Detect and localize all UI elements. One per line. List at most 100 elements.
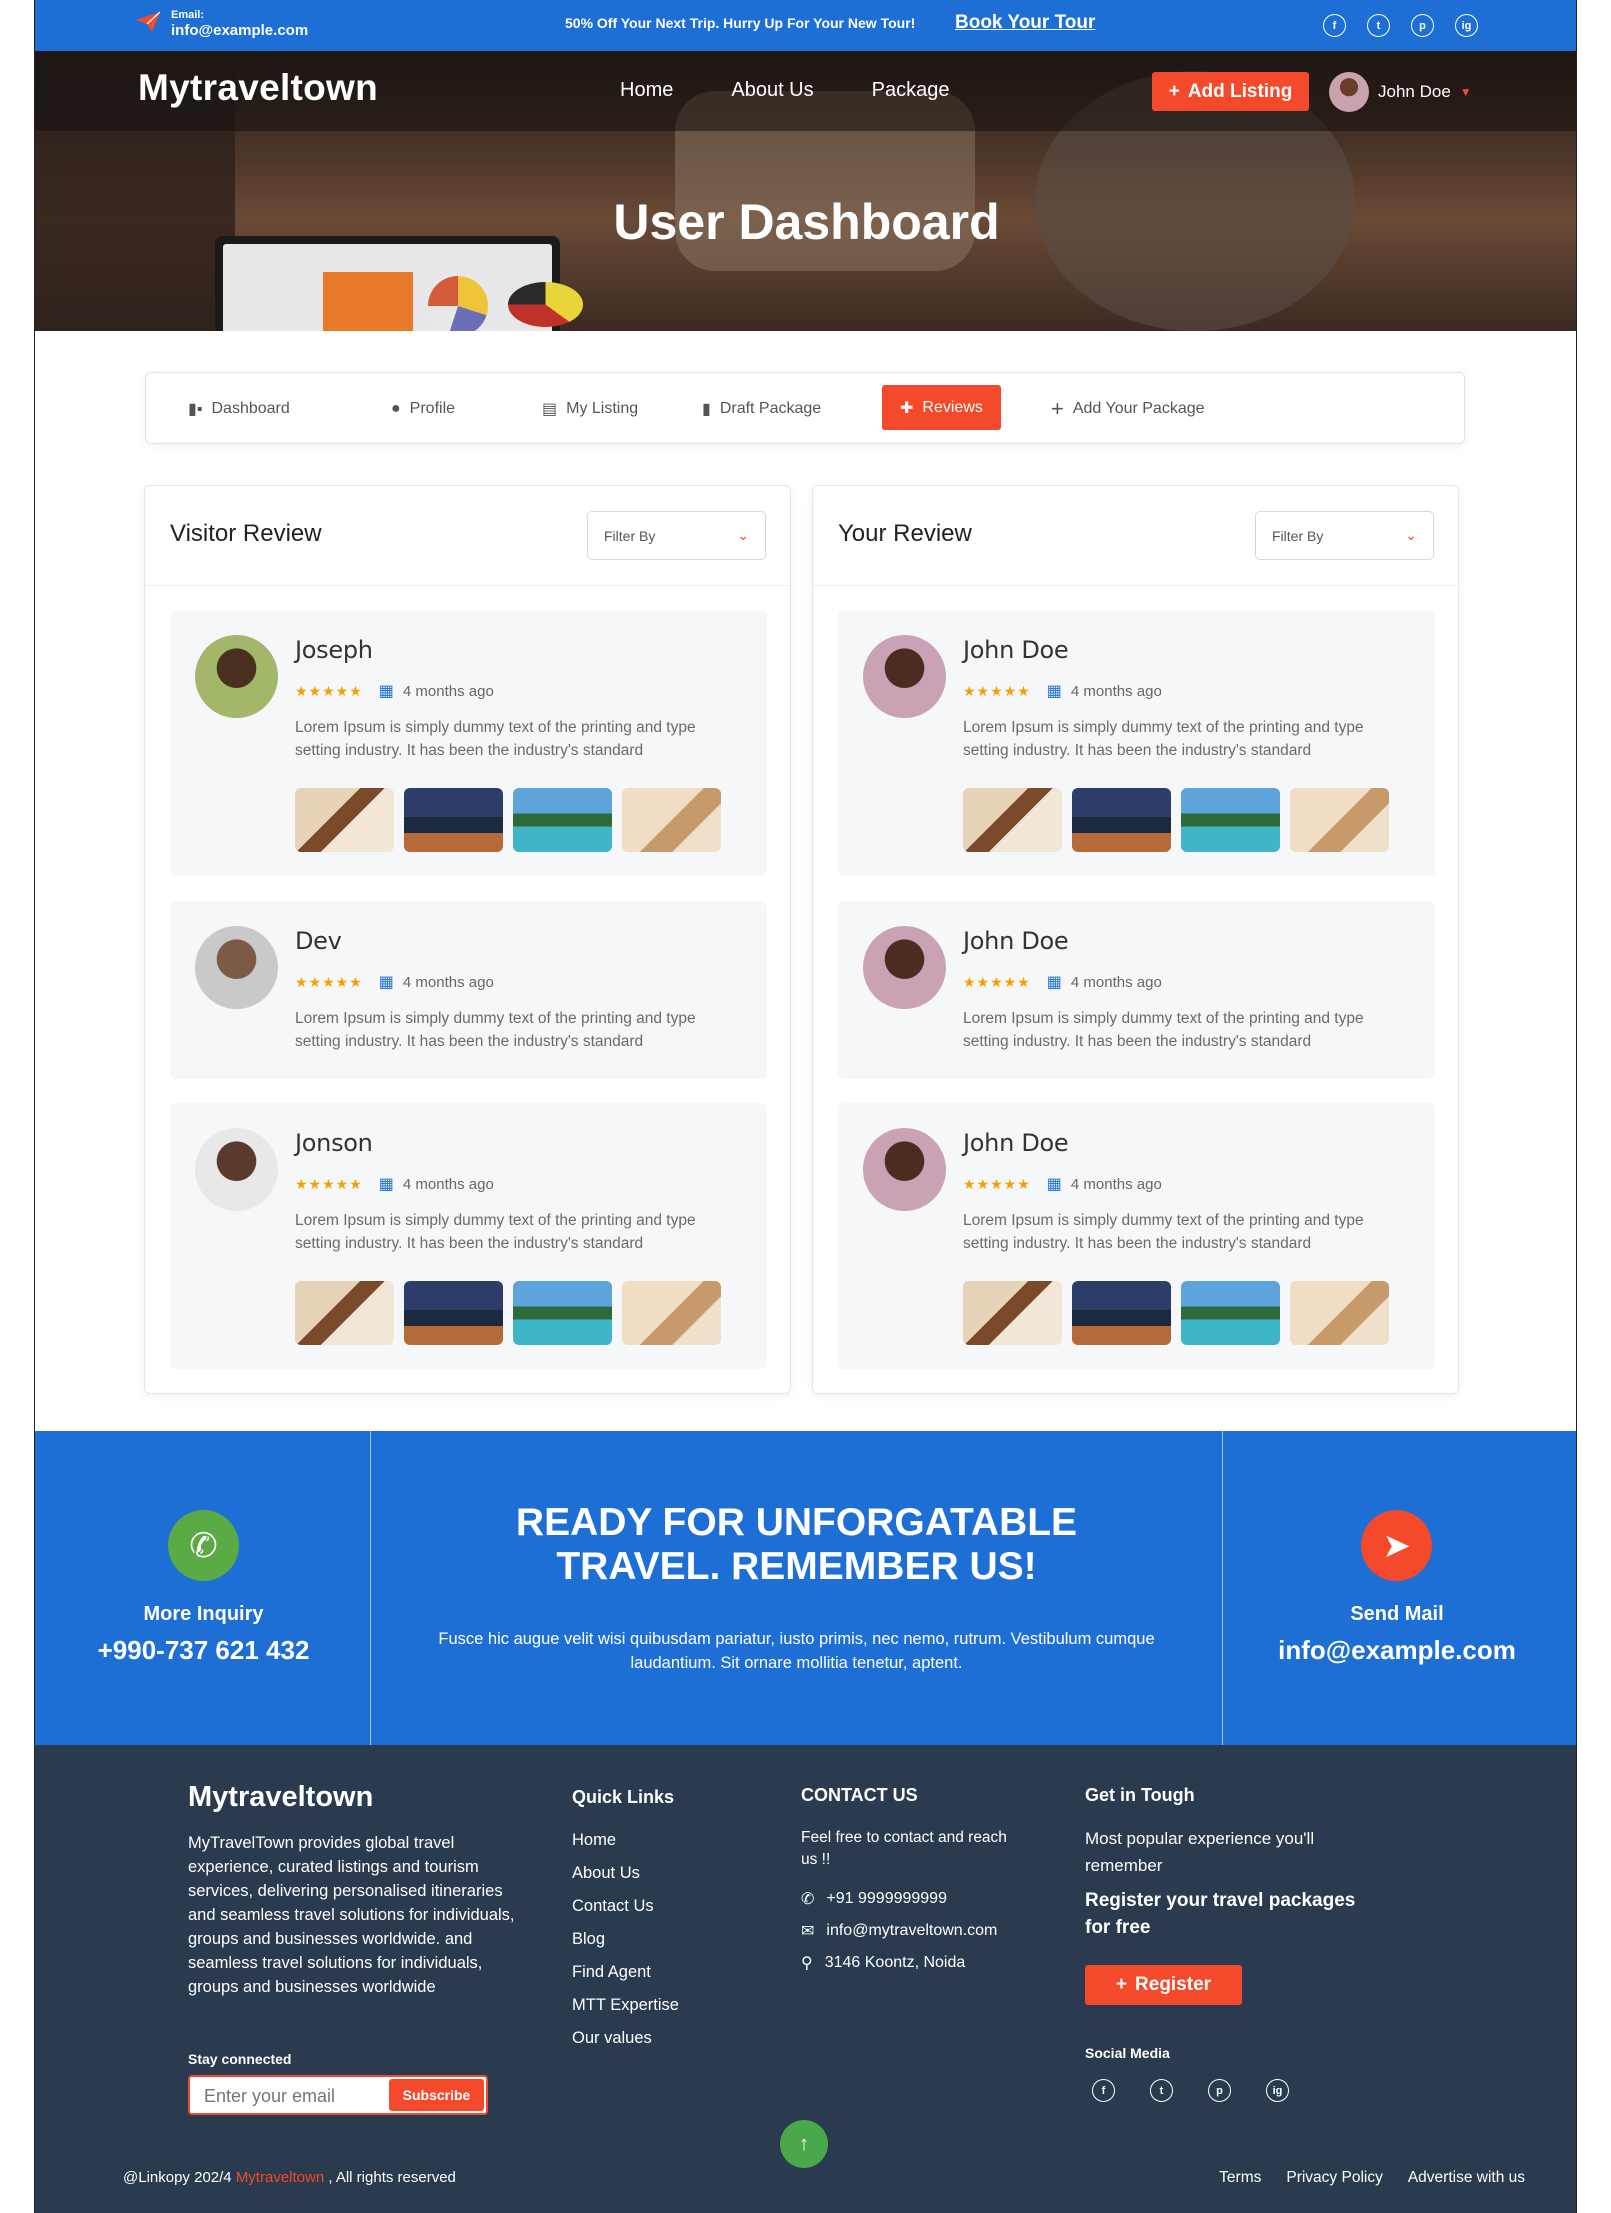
calendar-icon: ▦ bbox=[378, 683, 394, 700]
inquiry-phone[interactable]: +990-737 621 432 bbox=[55, 1635, 352, 1666]
review-card: John Doe ★★★★★ ▦ 4 months ago Lorem Ipsum… bbox=[838, 1103, 1435, 1369]
reviewer-name: Joseph bbox=[295, 636, 373, 664]
reviewer-name: John Doe bbox=[963, 927, 1069, 955]
twitter-icon[interactable]: t bbox=[1150, 2079, 1173, 2102]
advertise-link[interactable]: Advertise with us bbox=[1408, 2169, 1525, 2187]
star-rating: ★★★★★ bbox=[295, 973, 363, 990]
footer-link[interactable]: MTT Expertise bbox=[572, 1996, 679, 2015]
pinterest-icon[interactable]: p bbox=[1411, 14, 1434, 37]
subscribe-button[interactable]: Subscribe bbox=[389, 2079, 484, 2111]
terms-link[interactable]: Terms bbox=[1219, 2169, 1261, 2187]
review-text: Lorem Ipsum is simply dummy text of the … bbox=[295, 719, 696, 759]
user-icon: ● bbox=[391, 400, 401, 417]
tab-draft-package[interactable]: ▮ Draft Package bbox=[702, 373, 821, 445]
user-menu[interactable]: John Doe ▼ bbox=[1329, 72, 1472, 112]
scroll-to-top-button[interactable]: ↑ bbox=[780, 2120, 828, 2168]
facebook-icon[interactable]: f bbox=[1092, 2079, 1115, 2102]
reviewer-name: John Doe bbox=[963, 636, 1069, 664]
review-photo[interactable] bbox=[1072, 1281, 1171, 1345]
footer-socials: f t p ig bbox=[1092, 2079, 1289, 2102]
avatar bbox=[195, 1128, 278, 1211]
avatar bbox=[863, 926, 946, 1009]
add-listing-button[interactable]: + Add Listing bbox=[1152, 72, 1309, 111]
phone-icon: ✆ bbox=[801, 1891, 815, 1908]
filter-dropdown[interactable]: Filter By ⌄ bbox=[1255, 511, 1434, 560]
mail-address[interactable]: info@example.com bbox=[1247, 1635, 1547, 1666]
review-photos bbox=[963, 788, 1389, 852]
inquiry-label: More Inquiry bbox=[143, 1603, 264, 1625]
privacy-policy-link[interactable]: Privacy Policy bbox=[1286, 2169, 1382, 2187]
review-photo[interactable] bbox=[963, 1281, 1062, 1345]
pinterest-icon[interactable]: p bbox=[1208, 2079, 1231, 2102]
review-photo[interactable] bbox=[622, 788, 721, 852]
instagram-icon[interactable]: ig bbox=[1455, 14, 1478, 37]
review-photo[interactable] bbox=[1290, 788, 1389, 852]
contact-email[interactable]: info@mytraveltown.com bbox=[826, 1922, 997, 1940]
social-media-label: Social Media bbox=[1085, 2045, 1170, 2061]
review-photo[interactable] bbox=[295, 1281, 394, 1345]
review-photo[interactable] bbox=[295, 788, 394, 852]
review-photo[interactable] bbox=[963, 788, 1062, 852]
avatar bbox=[1329, 72, 1369, 112]
plus-icon: + bbox=[1051, 396, 1064, 421]
top-bar: Email: info@example.com 50% Off Your Nex… bbox=[35, 0, 1576, 51]
book-tour-link[interactable]: Book Your Tour bbox=[955, 12, 1095, 34]
panel-header: Visitor Review Filter By ⌄ bbox=[145, 486, 790, 586]
review-text: Lorem Ipsum is simply dummy text of the … bbox=[963, 719, 1364, 759]
tab-dashboard[interactable]: ▮▪ Dashboard bbox=[188, 373, 290, 445]
instagram-icon[interactable]: ig bbox=[1266, 2079, 1289, 2102]
footer-link[interactable]: Find Agent bbox=[572, 1963, 679, 1982]
review-photo[interactable] bbox=[1181, 1281, 1280, 1345]
contact-list: ✆ +91 9999999999 ✉ info@mytraveltown.com ⚲… bbox=[801, 1889, 997, 1973]
footer-logo[interactable]: Mytraveltown bbox=[188, 1781, 373, 1814]
divider bbox=[1222, 1431, 1223, 1745]
tab-profile[interactable]: ● Profile bbox=[391, 373, 455, 445]
top-email[interactable]: Email: info@example.com bbox=[135, 9, 308, 40]
copyright-brand[interactable]: Mytraveltown bbox=[236, 2169, 324, 2186]
star-rating: ★★★★★ bbox=[295, 1175, 363, 1192]
review-photo[interactable] bbox=[1072, 788, 1171, 852]
review-text: Lorem Ipsum is simply dummy text of the … bbox=[963, 1010, 1364, 1050]
footer-link[interactable]: About Us bbox=[572, 1864, 679, 1883]
newsletter-email-input[interactable] bbox=[204, 2084, 384, 2108]
filter-dropdown[interactable]: Filter By ⌄ bbox=[587, 511, 766, 560]
contact-phone[interactable]: +91 9999999999 bbox=[826, 1890, 947, 1908]
nav-about-us[interactable]: About Us bbox=[731, 79, 813, 102]
mail-label: Send Mail bbox=[1350, 1603, 1444, 1625]
nav-package[interactable]: Package bbox=[872, 79, 950, 102]
review-photo[interactable] bbox=[1181, 788, 1280, 852]
footer-link[interactable]: Home bbox=[572, 1831, 679, 1850]
copyright-post: , All rights reserved bbox=[324, 2169, 456, 2186]
review-photo[interactable] bbox=[404, 1281, 503, 1345]
star-rating: ★★★★★ bbox=[963, 973, 1031, 990]
phone-icon[interactable]: ✆ bbox=[168, 1510, 239, 1581]
tab-label: Profile bbox=[409, 400, 456, 417]
reviewer-name: Jonson bbox=[295, 1129, 373, 1157]
footer-link[interactable]: Contact Us bbox=[572, 1897, 679, 1916]
nav-home[interactable]: Home bbox=[620, 79, 673, 102]
chevron-down-icon: ⌄ bbox=[737, 527, 749, 543]
calendar-icon: ▦ bbox=[1046, 683, 1062, 700]
twitter-icon[interactable]: t bbox=[1367, 14, 1390, 37]
tab-reviews[interactable]: ✚ Reviews bbox=[882, 385, 1001, 430]
dashboard-tabs: ▮▪ Dashboard ● Profile ▤ My Listing ▮ Dr… bbox=[145, 372, 1465, 444]
paper-plane-icon[interactable]: ➤ bbox=[1361, 1510, 1432, 1581]
site-logo[interactable]: Mytraveltown bbox=[138, 67, 378, 109]
review-photo[interactable] bbox=[1290, 1281, 1389, 1345]
facebook-icon[interactable]: f bbox=[1323, 14, 1346, 37]
tab-my-listing[interactable]: ▤ My Listing bbox=[542, 373, 638, 445]
footer-link[interactable]: Our values bbox=[572, 2029, 679, 2048]
tab-add-your-package[interactable]: + Add Your Package bbox=[1051, 373, 1205, 445]
email-value[interactable]: info@example.com bbox=[171, 22, 308, 40]
location-icon: ⚲ bbox=[801, 1955, 813, 1972]
review-photo[interactable] bbox=[513, 1281, 612, 1345]
review-text: Lorem Ipsum is simply dummy text of the … bbox=[295, 1212, 696, 1252]
review-date: 4 months ago bbox=[402, 682, 494, 700]
calendar-icon: ▦ bbox=[1046, 974, 1062, 991]
review-photo[interactable] bbox=[404, 788, 503, 852]
review-photo[interactable] bbox=[622, 1281, 721, 1345]
review-photo[interactable] bbox=[513, 788, 612, 852]
footer-link[interactable]: Blog bbox=[572, 1930, 679, 1949]
contact-title: CONTACT US bbox=[801, 1785, 918, 1805]
register-button[interactable]: + Register bbox=[1085, 1965, 1242, 2005]
